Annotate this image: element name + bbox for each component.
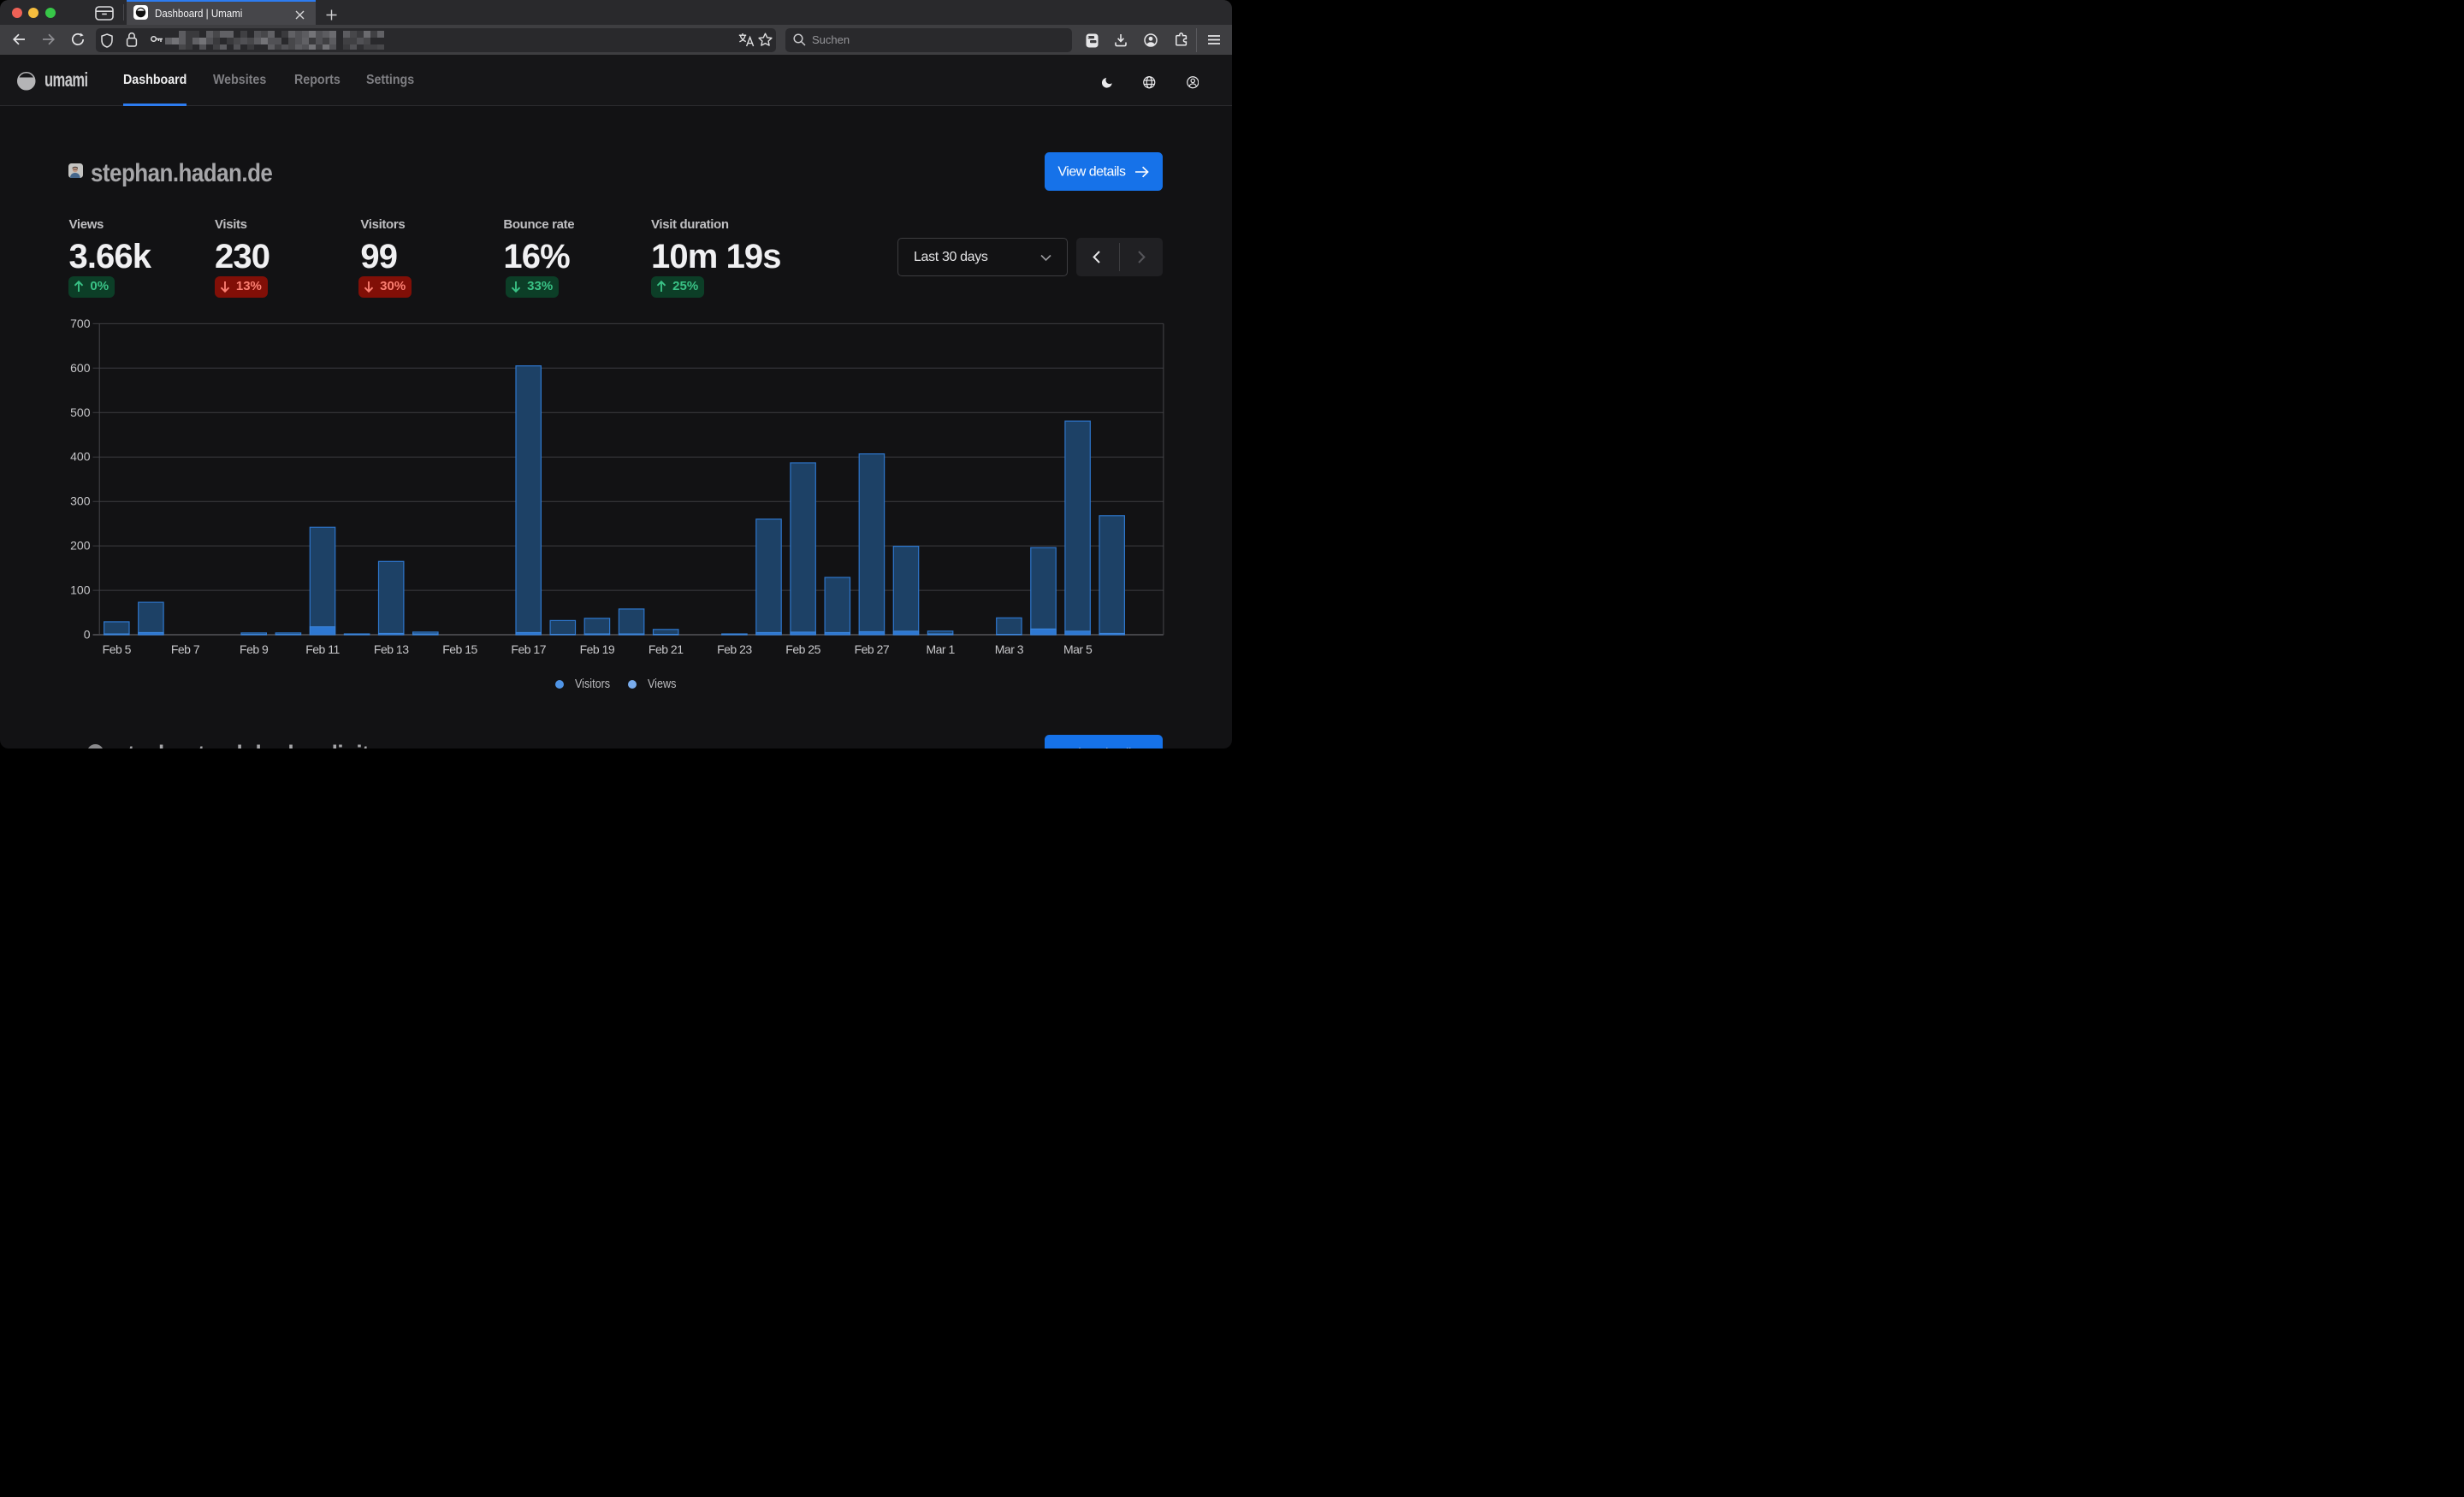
svg-text:Mar 1: Mar 1 — [926, 642, 955, 656]
svg-text:0: 0 — [84, 628, 91, 642]
svg-text:Feb 25: Feb 25 — [785, 642, 820, 656]
svg-text:Feb 5: Feb 5 — [103, 642, 132, 656]
svg-text:Feb 13: Feb 13 — [374, 642, 409, 656]
svg-text:Feb 27: Feb 27 — [855, 642, 890, 656]
svg-text:Feb 19: Feb 19 — [580, 642, 615, 656]
svg-text:400: 400 — [70, 450, 91, 464]
svg-text:500: 500 — [70, 405, 91, 419]
svg-text:Feb 11: Feb 11 — [305, 642, 340, 656]
svg-text:100: 100 — [70, 583, 91, 597]
svg-text:Mar 5: Mar 5 — [1063, 642, 1093, 656]
svg-text:Feb 15: Feb 15 — [442, 642, 477, 656]
svg-text:Mar 3: Mar 3 — [995, 642, 1024, 656]
svg-text:Feb 23: Feb 23 — [717, 642, 752, 656]
svg-text:700: 700 — [70, 317, 91, 330]
svg-text:Feb 9: Feb 9 — [240, 642, 269, 656]
svg-text:600: 600 — [70, 361, 91, 375]
svg-text:Feb 7: Feb 7 — [171, 642, 200, 656]
svg-text:Feb 21: Feb 21 — [649, 642, 684, 656]
svg-text:Feb 17: Feb 17 — [511, 642, 546, 656]
svg-text:200: 200 — [70, 539, 91, 553]
svg-text:300: 300 — [70, 494, 91, 508]
